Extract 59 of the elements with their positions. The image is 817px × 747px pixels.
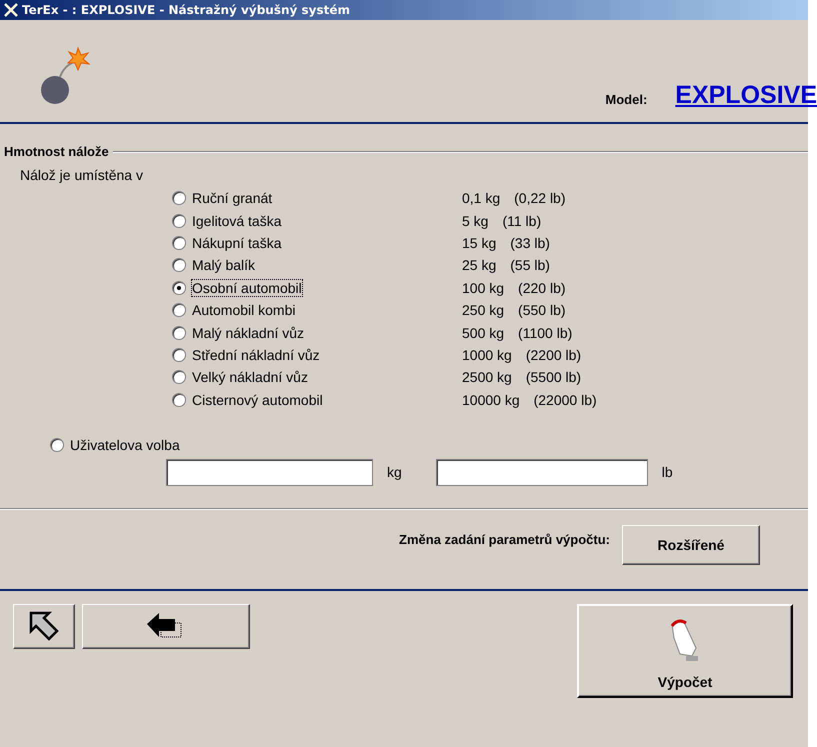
- radio-button[interactable]: [172, 236, 186, 250]
- unit-label: kg: [387, 464, 402, 480]
- weight-kg: 5 kg: [462, 212, 488, 229]
- weight-kg: 250 kg: [462, 302, 504, 318]
- bomb-icon: [40, 44, 90, 106]
- weight-kg: 2500 kg: [462, 369, 512, 386]
- weight-lb: (0,22 lb): [514, 190, 566, 206]
- weight-lb: (550 lb): [518, 302, 566, 318]
- weight-kg: 15 kg: [462, 234, 496, 251]
- radio-button[interactable]: [50, 438, 64, 452]
- diagonal-arrow-icon: [27, 609, 61, 644]
- radio-button[interactable]: [172, 214, 186, 228]
- weight-lb: (11 lb): [502, 212, 542, 229]
- group-legend: Hmotnost nálože: [0, 144, 113, 159]
- option-label[interactable]: Velký nákladní vůz: [192, 369, 308, 386]
- weight-kg: 100 kg: [462, 280, 504, 296]
- weight-lb: (220 lb): [518, 280, 566, 296]
- radio-button[interactable]: [172, 370, 186, 384]
- window-title: TerEx - : EXPLOSIVE - Nástražný výbušný systém: [22, 3, 350, 17]
- option-label[interactable]: Střední nákladní vůz: [192, 346, 320, 363]
- radio-button[interactable]: [172, 348, 186, 362]
- advanced-button[interactable]: Rozšířené: [622, 524, 760, 565]
- model-name: EXPLOSIVE: [675, 81, 817, 110]
- weight-lb: (5500 lb): [526, 369, 582, 386]
- option-label[interactable]: Igelitová taška: [192, 212, 282, 229]
- unit-label: lb: [662, 464, 673, 480]
- back-button[interactable]: [82, 604, 250, 649]
- weight-kg: 10000 kg: [462, 392, 520, 408]
- tools-icon: [4, 3, 18, 17]
- option-label[interactable]: Cisternový automobil: [192, 392, 323, 408]
- weight-kg: 1000 kg: [462, 346, 512, 363]
- option-label[interactable]: Osobní automobil: [192, 280, 302, 296]
- option-label[interactable]: Nákupní taška: [192, 234, 282, 251]
- radio-button[interactable]: [172, 392, 186, 407]
- radio-button[interactable]: [172, 258, 186, 272]
- option-label[interactable]: Ruční granát: [192, 190, 272, 206]
- kg-input-field[interactable]: [166, 458, 373, 486]
- lb-input-field[interactable]: [436, 458, 648, 486]
- weight-lb: (33 lb): [510, 234, 550, 251]
- option-label[interactable]: Malý nákladní vůz: [192, 324, 304, 341]
- weight-kg: 0,1 kg: [462, 190, 500, 206]
- radio-button[interactable]: [172, 191, 186, 206]
- radio-button[interactable]: [172, 326, 186, 340]
- weight-lb: (22000 lb): [534, 392, 597, 408]
- option-label[interactable]: Uživatelova volba: [70, 436, 180, 453]
- calculate-button[interactable]: Výpočet: [577, 604, 793, 698]
- weight-lb: (1100 lb): [518, 324, 572, 341]
- arrow-button[interactable]: [13, 604, 75, 649]
- option-label[interactable]: Malý balík: [192, 257, 256, 274]
- weight-kg: 25 kg: [462, 257, 496, 274]
- weight-kg: 500 kg: [462, 324, 504, 341]
- radio-button[interactable]: [172, 303, 186, 318]
- advanced-label: Změna zadání parametrů výpočtu:: [399, 532, 610, 548]
- prompt-text: Nálož je umístěna v: [20, 167, 144, 183]
- radio-button[interactable]: [172, 280, 186, 295]
- weight-lb: (2200 lb): [526, 346, 582, 363]
- weight-lb: (55 lb): [510, 257, 550, 274]
- option-label[interactable]: Automobil kombi: [192, 302, 296, 318]
- model-label: Model:: [605, 92, 648, 107]
